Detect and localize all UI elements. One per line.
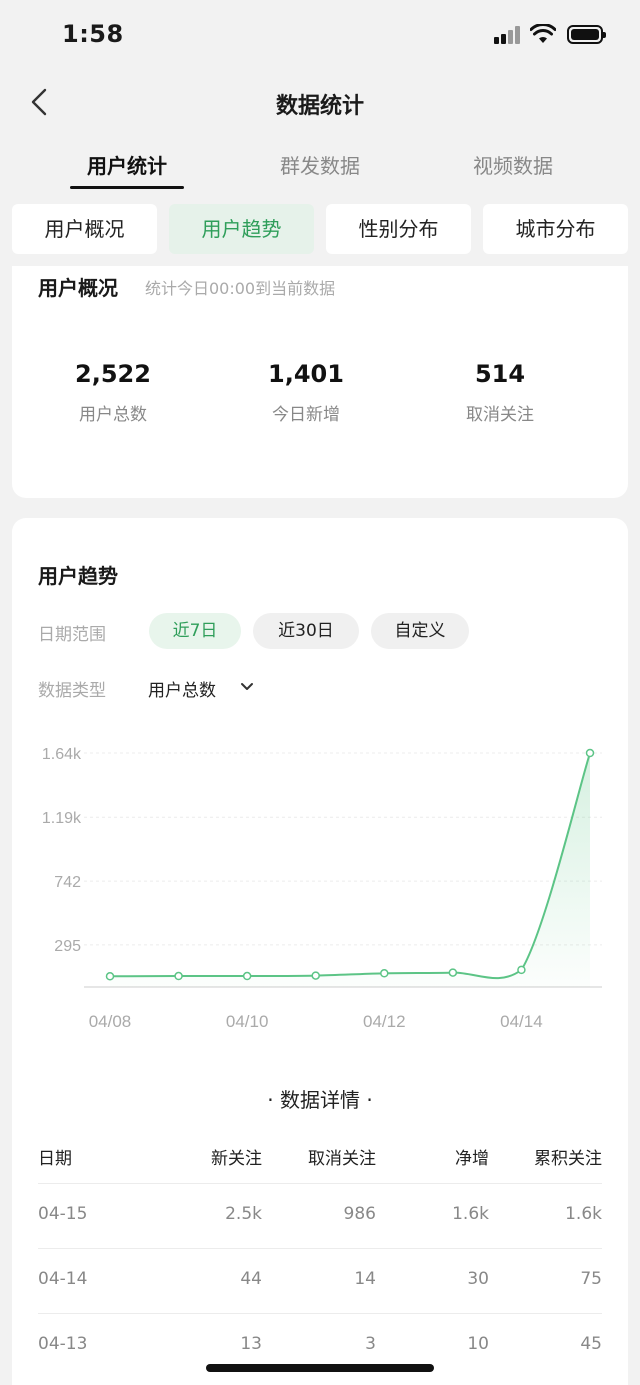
details-table: 日期 新关注 取消关注 净增 累积关注 04-15 2.5k 986 1.6k … bbox=[38, 1126, 602, 1379]
table-cell: 2.5k bbox=[225, 1204, 262, 1224]
y-tick-label: 742 bbox=[54, 874, 81, 891]
chip-last-7-days[interactable]: 近7日 bbox=[149, 613, 241, 649]
stat-new-today: 1,401 今日新增 bbox=[206, 360, 406, 425]
table-cell: 1.6k bbox=[452, 1204, 489, 1224]
x-tick-label: 04/12 bbox=[363, 1012, 406, 1031]
details-title: · 数据详情 · bbox=[267, 1088, 373, 1112]
tab-video-data[interactable]: 视频数据 bbox=[443, 150, 583, 179]
table-cell: 10 bbox=[467, 1334, 489, 1354]
x-tick-label: 04/08 bbox=[89, 1012, 132, 1031]
trend-title: 用户趋势 bbox=[38, 564, 118, 588]
column-header: 新关注 bbox=[211, 1149, 262, 1169]
data-type-label: 数据类型 bbox=[38, 681, 106, 701]
x-tick-label: 04/10 bbox=[226, 1012, 269, 1031]
stat-label: 今日新增 bbox=[272, 405, 340, 425]
nav-bar: 数据统计 bbox=[0, 76, 640, 132]
chip-last-30-days[interactable]: 近30日 bbox=[253, 613, 359, 649]
data-point bbox=[242, 971, 252, 981]
column-header: 净增 bbox=[455, 1149, 489, 1169]
table-cell: 14 bbox=[354, 1269, 376, 1289]
y-tick-label: 1.64k bbox=[42, 746, 82, 763]
column-header: 取消关注 bbox=[308, 1149, 376, 1169]
data-point bbox=[585, 748, 595, 758]
overview-title: 用户概况 bbox=[38, 276, 118, 300]
table-cell: 13 bbox=[240, 1334, 262, 1354]
data-point bbox=[105, 972, 115, 981]
main-tabs: 用户统计 群发数据 视频数据 bbox=[0, 140, 640, 192]
wifi-icon bbox=[530, 24, 556, 43]
column-header: 累积关注 bbox=[534, 1149, 602, 1169]
tab-underline bbox=[70, 186, 184, 189]
subtab-city-distribution[interactable]: 城市分布 bbox=[483, 204, 628, 254]
sub-tabs: 用户概况 用户趋势 性别分布 城市分布 bbox=[12, 204, 628, 254]
table-cell: 04-14 bbox=[38, 1269, 88, 1289]
tab-user-stats[interactable]: 用户统计 bbox=[57, 150, 197, 179]
data-point bbox=[517, 965, 526, 975]
user-trend-chart: 1.64k 1.19k 742 295 04/08 04/10 04/12 04/14 bbox=[42, 746, 602, 1031]
tab-broadcast-data[interactable]: 群发数据 bbox=[250, 150, 390, 179]
stat-label: 取消关注 bbox=[466, 405, 534, 425]
overview-subtitle: 统计今日00:00到当前数据 bbox=[145, 279, 336, 298]
table-cell: 75 bbox=[580, 1269, 602, 1289]
subtab-user-overview[interactable]: 用户概况 bbox=[12, 204, 157, 254]
y-tick-label: 1.19k bbox=[42, 810, 82, 827]
table-cell: 04-15 bbox=[38, 1204, 88, 1224]
table-cell: 30 bbox=[467, 1269, 489, 1289]
column-header: 日期 bbox=[38, 1149, 72, 1169]
table-header: 日期 新关注 取消关注 净增 累积关注 bbox=[38, 1126, 602, 1184]
table-cell: 986 bbox=[343, 1204, 376, 1224]
chart-line bbox=[109, 752, 591, 980]
stat-unfollow: 514 取消关注 bbox=[400, 360, 600, 425]
date-range-label: 日期范围 bbox=[38, 625, 106, 645]
status-time: 1:58 bbox=[62, 20, 124, 48]
table-row: 04-14 44 14 30 75 bbox=[38, 1249, 602, 1314]
subtab-gender-distribution[interactable]: 性别分布 bbox=[326, 204, 471, 254]
cellular-signal-icon bbox=[494, 26, 522, 44]
table-cell: 1.6k bbox=[565, 1204, 602, 1224]
overview-card: 用户概况 统计今日00:00到当前数据 2,522 用户总数 1,401 今日新… bbox=[12, 266, 628, 498]
table-row: 04-15 2.5k 986 1.6k 1.6k bbox=[38, 1184, 602, 1249]
stat-value: 2,522 bbox=[75, 360, 151, 388]
data-point bbox=[380, 969, 389, 978]
battery-icon bbox=[567, 25, 606, 44]
chevron-down-icon[interactable] bbox=[240, 682, 254, 692]
y-tick-label: 295 bbox=[54, 938, 81, 955]
data-point bbox=[174, 971, 183, 981]
stat-label: 用户总数 bbox=[79, 405, 147, 425]
table-cell: 3 bbox=[365, 1334, 376, 1354]
home-indicator bbox=[206, 1364, 434, 1372]
x-tick-label: 04/14 bbox=[500, 1012, 543, 1031]
data-type-dropdown[interactable]: 用户总数 bbox=[148, 676, 216, 701]
stat-value: 514 bbox=[474, 360, 526, 388]
chart-area bbox=[110, 753, 590, 987]
page-title: 数据统计 bbox=[275, 94, 364, 119]
table-cell: 45 bbox=[580, 1334, 602, 1354]
data-point bbox=[448, 968, 458, 977]
subtab-user-trend[interactable]: 用户趋势 bbox=[169, 204, 314, 254]
stat-total-users: 2,522 用户总数 bbox=[13, 360, 213, 425]
chip-custom[interactable]: 自定义 bbox=[371, 613, 469, 649]
status-bar: 1:58 bbox=[0, 0, 640, 70]
stat-value: 1,401 bbox=[268, 360, 344, 388]
table-cell: 44 bbox=[240, 1269, 262, 1289]
data-point bbox=[311, 971, 320, 980]
table-cell: 04-13 bbox=[38, 1334, 88, 1354]
